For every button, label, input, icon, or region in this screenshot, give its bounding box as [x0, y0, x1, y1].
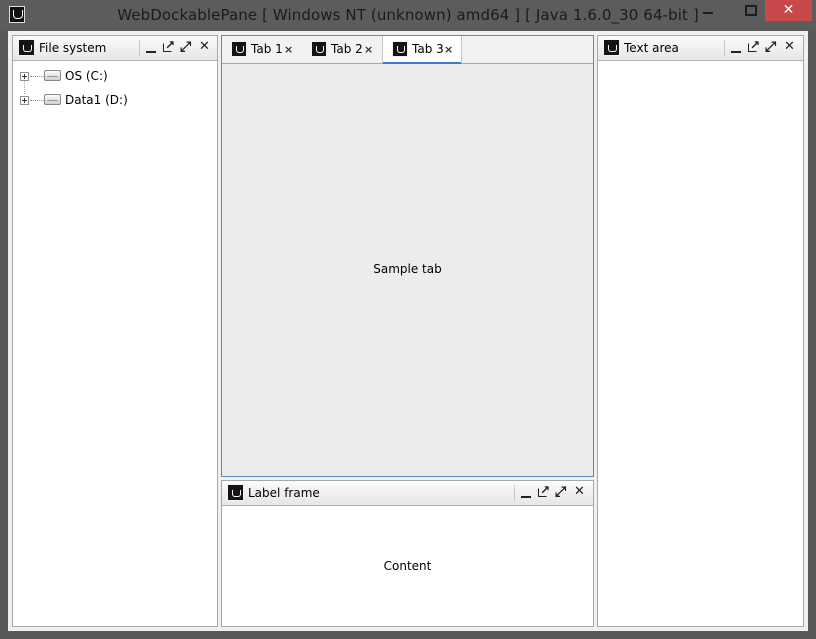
- text-area-panel: Text area: [597, 35, 804, 627]
- hard-drive-icon: [44, 94, 61, 105]
- maximize-panel-icon[interactable]: [554, 484, 570, 501]
- close-panel-icon[interactable]: [197, 39, 213, 56]
- float-panel-icon[interactable]: [161, 38, 177, 56]
- application-window: WebDockablePane [ Windows NT (unknown) a…: [0, 0, 816, 639]
- file-system-panel-header[interactable]: File system: [13, 36, 217, 61]
- title-bar[interactable]: WebDockablePane [ Windows NT (unknown) a…: [0, 0, 816, 30]
- tree-connector: [30, 100, 44, 102]
- tree-connector-vertical: [24, 81, 26, 94]
- close-icon: ✕: [782, 2, 795, 18]
- tab-label: Tab 1: [251, 42, 283, 56]
- tab-content: Sample tab: [222, 64, 593, 476]
- java-cup-icon: [603, 39, 620, 56]
- float-panel-icon[interactable]: [746, 38, 762, 56]
- text-area[interactable]: [598, 61, 803, 626]
- label-frame-panel-title: Label frame: [248, 486, 320, 500]
- header-separator: [514, 485, 515, 501]
- header-separator: [724, 40, 725, 56]
- file-system-panel: File system OS (C:): [12, 35, 218, 627]
- maximize-panel-icon[interactable]: [179, 39, 195, 56]
- minimize-window-button[interactable]: [694, 0, 722, 21]
- java-cup-icon: [311, 41, 327, 57]
- tab-label: Tab 2: [331, 42, 363, 56]
- label-frame-panel-header[interactable]: Label frame: [222, 481, 593, 506]
- tree-node-label[interactable]: Data1 (D:): [65, 90, 128, 110]
- tree-connector: [30, 76, 44, 78]
- file-system-panel-title: File system: [39, 41, 107, 55]
- minimize-panel-icon[interactable]: [728, 40, 744, 56]
- java-cup-icon: [231, 41, 247, 57]
- header-separator: [139, 40, 140, 56]
- tree-node-label[interactable]: OS (C:): [65, 66, 108, 86]
- close-tab-icon[interactable]: ×: [284, 36, 293, 63]
- label-frame-panel: Label frame Content: [221, 480, 594, 627]
- text-area-panel-title: Text area: [624, 41, 679, 55]
- minimize-icon: [703, 12, 713, 14]
- java-cup-icon: [18, 39, 35, 56]
- close-panel-icon[interactable]: [782, 39, 798, 56]
- dockable-content-area: File system OS (C:): [8, 31, 808, 631]
- tab-label: Tab 3: [412, 42, 444, 56]
- maximize-panel-icon[interactable]: [764, 39, 780, 56]
- maximize-icon: [745, 5, 757, 16]
- close-panel-icon[interactable]: [572, 484, 588, 501]
- maximize-window-button[interactable]: [737, 0, 765, 21]
- label-frame-content-text: Content: [383, 559, 432, 573]
- tab-2[interactable]: Tab 2 ×: [302, 36, 382, 63]
- tab-content-text: Sample tab: [373, 262, 442, 276]
- close-tab-icon[interactable]: ×: [364, 36, 373, 63]
- java-cup-icon: [227, 484, 244, 501]
- close-tab-icon[interactable]: ×: [444, 36, 453, 63]
- float-panel-icon[interactable]: [536, 483, 552, 501]
- tab-1[interactable]: Tab 1 ×: [222, 36, 302, 63]
- tab-3[interactable]: Tab 3 ×: [382, 36, 462, 64]
- tab-bar: Tab 1 × Tab 2 × Tab 3 ×: [222, 36, 593, 64]
- text-area-panel-header[interactable]: Text area: [598, 36, 803, 61]
- minimize-panel-icon[interactable]: [143, 40, 159, 56]
- expand-icon[interactable]: [20, 72, 29, 81]
- tabbed-document-pane: Tab 1 × Tab 2 × Tab 3 × Sample tab: [221, 35, 594, 477]
- minimize-panel-icon[interactable]: [518, 485, 534, 501]
- hard-drive-icon: [44, 70, 61, 81]
- java-cup-icon: [392, 41, 408, 57]
- close-window-button[interactable]: ✕: [765, 0, 812, 21]
- expand-icon[interactable]: [20, 96, 29, 105]
